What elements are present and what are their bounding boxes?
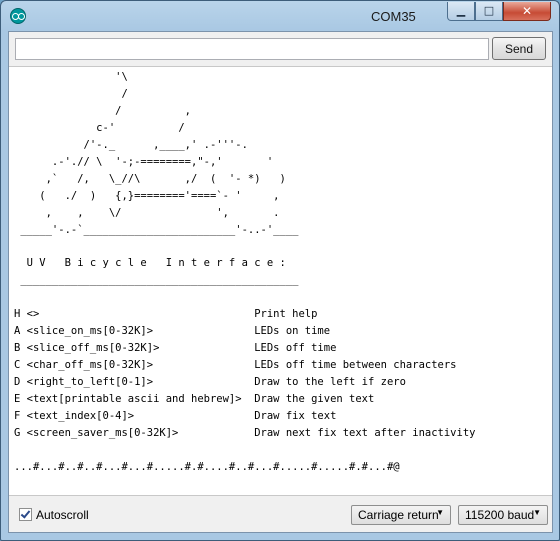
serial-line: _____'-.-`________________________'-..-'… <box>14 223 299 236</box>
maximize-button[interactable]: □ <box>475 2 503 21</box>
serial-line: D <right_to_left[0-1]> Draw to the left … <box>14 376 406 389</box>
line-ending-value: Carriage return <box>358 508 439 522</box>
serial-monitor-window: COM35 ▁ □ ✕ Send '\ / / , c-' / /'-._ ,_… <box>0 0 560 541</box>
serial-line: ,` /, \_//\ ,/ ( '- *) ) <box>14 172 286 185</box>
serial-line: ________________________________________… <box>14 274 299 287</box>
arduino-app-icon <box>10 8 26 24</box>
footer-bar: Autoscroll Carriage return ▼ 115200 baud… <box>9 496 552 532</box>
autoscroll-label: Autoscroll <box>36 508 89 522</box>
baud-rate-select[interactable]: 115200 baud ▼ <box>458 505 548 525</box>
chevron-down-icon: ▼ <box>436 508 444 517</box>
serial-line: '\ <box>14 71 128 83</box>
send-row: Send <box>9 32 552 66</box>
serial-line: G <screen_saver_ms[0-32K]> Draw next fix… <box>14 427 476 440</box>
line-ending-select[interactable]: Carriage return ▼ <box>351 505 451 525</box>
serial-line: / , <box>14 104 192 117</box>
serial-output-text: '\ / / , c-' / /'-._ ,____,' .-'''-. .-'… <box>9 67 552 476</box>
title-bar[interactable]: COM35 ▁ □ ✕ <box>1 1 559 32</box>
serial-send-input[interactable] <box>15 38 489 60</box>
serial-line: /'-._ ,____,' .-'''-. <box>14 138 248 151</box>
serial-line: c-' / <box>14 121 185 134</box>
serial-monitor-client: Send '\ / / , c-' / /'-._ ,____,' .-'''-… <box>8 31 553 533</box>
baud-rate-value: 115200 baud <box>465 508 535 522</box>
serial-line: B <slice_off_ms[0-32K]> LEDs off time <box>14 342 337 355</box>
serial-line: H <> Print help <box>14 308 318 321</box>
chevron-down-icon: ▼ <box>533 508 541 517</box>
send-button[interactable]: Send <box>492 37 546 60</box>
minimize-button[interactable]: ▁ <box>447 2 475 21</box>
serial-line: A <slice_on_ms[0-32K]> LEDs on time <box>14 325 331 338</box>
serial-line: E <text[printable ascii and hebrew]> Dra… <box>14 393 375 406</box>
serial-line: ( ./ ) {,}========'====`- ' , <box>14 189 280 202</box>
close-button[interactable]: ✕ <box>503 2 551 21</box>
serial-line: F <text_index[0-4]> Draw fix text <box>14 410 337 423</box>
serial-line: / <box>14 87 128 100</box>
serial-line: C <char_off_ms[0-32K]> LEDs off time bet… <box>14 359 457 372</box>
autoscroll-toggle[interactable]: Autoscroll <box>19 508 89 522</box>
window-title: COM35 <box>371 9 416 24</box>
serial-output-area[interactable]: '\ / / , c-' / /'-._ ,____,' .-'''-. .-'… <box>9 66 552 496</box>
autoscroll-checkbox[interactable] <box>19 508 32 521</box>
serial-line: U V B i c y c l e I n t e r f a c e : <box>14 257 286 270</box>
serial-line: , , \/ ', . <box>14 206 280 219</box>
serial-line: ...#...#..#..#...#...#.....#.#....#..#..… <box>14 460 400 473</box>
serial-line: .-'.// \ '-;-========,"-,' ' <box>14 155 274 168</box>
